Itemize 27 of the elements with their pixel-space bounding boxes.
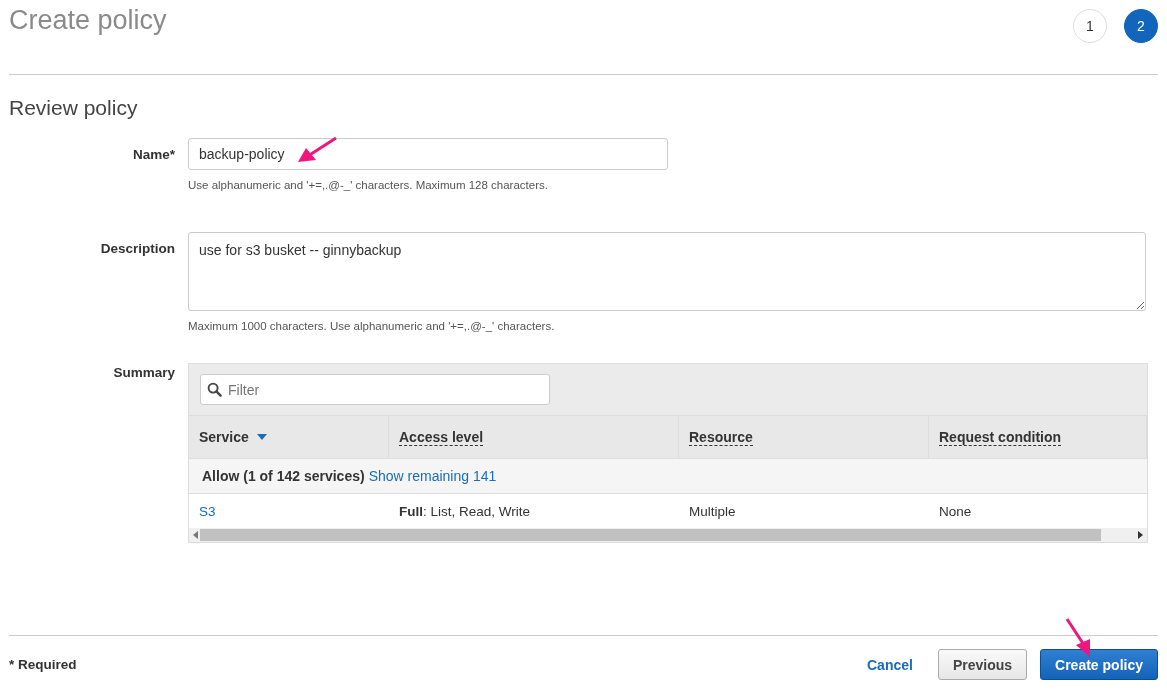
step-indicator[interactable]: 2 [1124, 9, 1158, 43]
field-label: Summary [112, 364, 175, 382]
show-remaining-link[interactable]: Show remaining 141 [368, 468, 497, 484]
filter-input-field[interactable]: Filter [200, 374, 550, 405]
field-label: Name* [131, 146, 175, 164]
scroll-left-icon[interactable] [192, 531, 198, 539]
previous-button[interactable]: Previous [937, 649, 1028, 680]
scroll-right-icon[interactable] [1138, 531, 1144, 539]
hint-text: Use alphanumeric and '+=,.@-_' characters. Maximum 128 characters. [188, 179, 549, 191]
table-cell-text: Multiple [688, 503, 737, 519]
section-title: Review policy [9, 96, 139, 120]
field-label: Description [99, 240, 175, 258]
cancel-link[interactable]: Cancel [867, 656, 913, 673]
table-cell-text: None [938, 503, 973, 519]
step-indicator[interactable]: 1 [1073, 9, 1107, 43]
create-policy-button[interactable]: Create policy [1040, 649, 1158, 680]
name-input-field[interactable]: backup-policy [188, 138, 668, 170]
sort-caret-icon [256, 434, 267, 440]
required-note: * Required [9, 657, 78, 672]
description-text-area[interactable]: use for s3 busket -- ginnybackup [188, 232, 1146, 311]
table-cell-text: Full: List, Read, Write [398, 503, 532, 519]
page-title: Create policy [9, 5, 167, 36]
scrollbar-thumb[interactable] [200, 529, 1101, 541]
hint-text: Maximum 1000 characters. Use alphanumeric and '+=,.@-_' characters. [188, 320, 556, 332]
group-label: Allow (1 of 142 services) [202, 468, 365, 484]
service-link[interactable]: S3 [189, 503, 389, 519]
search-icon [207, 382, 222, 397]
